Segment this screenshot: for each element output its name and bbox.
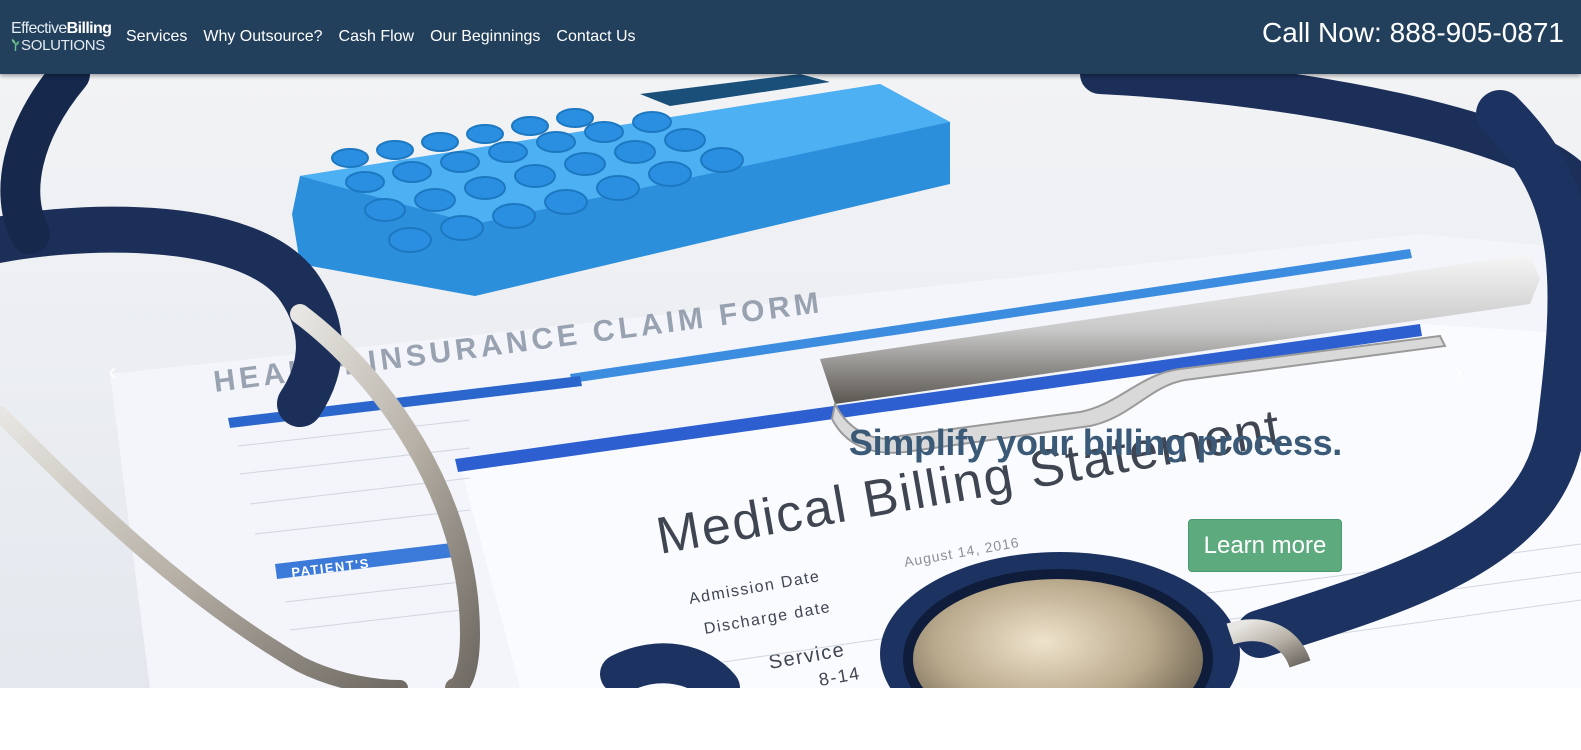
navbar: EffectiveBilling SOLUTIONS Services Why … bbox=[0, 0, 1581, 74]
nav-our-beginnings[interactable]: Our Beginnings bbox=[430, 28, 540, 46]
leaf-icon bbox=[11, 39, 20, 51]
nav-why-outsource[interactable]: Why Outsource? bbox=[203, 28, 322, 46]
hero-title: Simplify your billing process. bbox=[848, 422, 1342, 463]
main-nav: Services Why Outsource? Cash Flow Our Be… bbox=[126, 0, 652, 74]
logo-solutions: SOLUTIONS bbox=[21, 37, 105, 54]
learn-more-button[interactable]: Learn more bbox=[1188, 519, 1342, 572]
nav-cash-flow[interactable]: Cash Flow bbox=[339, 28, 415, 46]
nav-contact-us[interactable]: Contact Us bbox=[556, 28, 635, 46]
call-now-link[interactable]: Call Now: 888-905-0871 bbox=[1262, 17, 1564, 49]
hero-carousel: HEALTH INSURANCE CLAIM FORM Medical Bill… bbox=[0, 74, 1581, 688]
carousel-prev-icon[interactable]: ‹ bbox=[108, 356, 117, 387]
logo-effective: Effective bbox=[11, 20, 67, 37]
nav-services[interactable]: Services bbox=[126, 28, 187, 46]
carousel-next-icon[interactable]: › bbox=[1454, 356, 1463, 387]
hero-image: HEALTH INSURANCE CLAIM FORM Medical Bill… bbox=[0, 74, 1581, 688]
logo-subline: SOLUTIONS bbox=[11, 37, 105, 54]
logo-wordmark: EffectiveBilling bbox=[11, 20, 112, 37]
logo-billing: Billing bbox=[66, 20, 112, 37]
brand-logo[interactable]: EffectiveBilling SOLUTIONS bbox=[11, 20, 112, 56]
